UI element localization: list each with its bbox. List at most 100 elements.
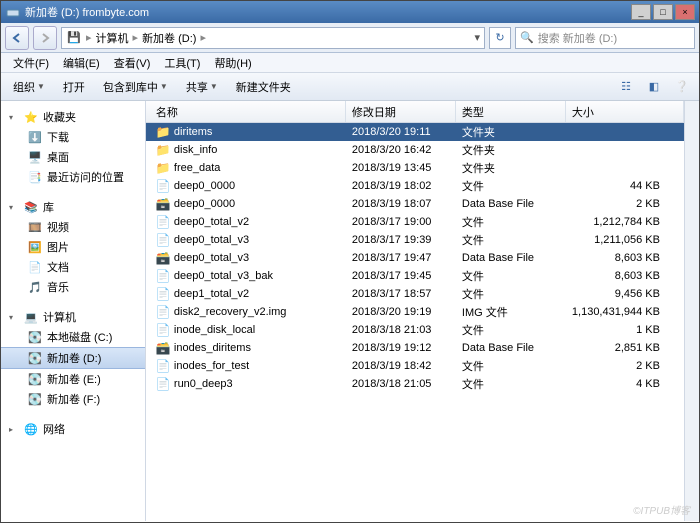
minimize-button[interactable]: _	[631, 4, 651, 20]
menu-view[interactable]: 查看(V)	[108, 53, 157, 73]
file-icon: 📄	[156, 377, 170, 391]
sidebar-item-drive-f[interactable]: 💽新加卷 (F:)	[1, 389, 145, 409]
menu-tools[interactable]: 工具(T)	[158, 53, 206, 73]
file-row[interactable]: 📁diritems2018/3/20 19:11文件夹	[146, 123, 684, 141]
file-icon: 📄	[156, 323, 170, 337]
sidebar-item-pictures[interactable]: 🖼️图片	[1, 237, 145, 257]
file-size: 1,130,431,944 KB	[566, 306, 684, 318]
file-row[interactable]: 📁disk_info2018/3/20 16:42文件夹	[146, 141, 684, 159]
view-options-icon[interactable]: ☷	[615, 77, 637, 97]
file-type: 文件	[456, 232, 566, 248]
file-row[interactable]: 📁free_data2018/3/19 13:45文件夹	[146, 159, 684, 177]
file-icon: 📄	[156, 233, 170, 247]
file-row[interactable]: 📄deep0_total_v32018/3/17 19:39文件1,211,05…	[146, 231, 684, 249]
sidebar-item-drive-e[interactable]: 💽新加卷 (E:)	[1, 369, 145, 389]
file-date: 2018/3/17 19:45	[346, 270, 456, 282]
file-row[interactable]: 📄disk2_recovery_v2.img2018/3/20 19:19IMG…	[146, 303, 684, 321]
file-list[interactable]: 📁diritems2018/3/20 19:11文件夹📁disk_info201…	[146, 123, 684, 521]
sidebar-group-computer[interactable]: ▾ 💻 计算机	[1, 307, 145, 327]
file-row[interactable]: 📄inode_disk_local2018/3/18 21:03文件1 KB	[146, 321, 684, 339]
refresh-icon: ↻	[495, 31, 504, 44]
drive-icon: 💽	[27, 391, 43, 407]
sidebar-item-drive-c[interactable]: 💽本地磁盘 (C:)	[1, 327, 145, 347]
open-button[interactable]: 打开	[57, 76, 91, 98]
file-type: 文件夹	[456, 142, 566, 158]
sidebar-item-music[interactable]: 🎵音乐	[1, 277, 145, 297]
collapse-icon: ▾	[9, 203, 19, 212]
file-row[interactable]: 📄deep0_total_v22018/3/17 19:00文件1,212,78…	[146, 213, 684, 231]
search-icon: 🔍	[520, 31, 534, 44]
share-button[interactable]: 共享▼	[180, 76, 224, 98]
column-type[interactable]: 类型	[456, 101, 566, 122]
file-type: 文件	[456, 268, 566, 284]
window-title: 新加卷 (D:) frombyte.com	[25, 4, 629, 20]
file-row[interactable]: 📄deep0_00002018/3/19 18:02文件44 KB	[146, 177, 684, 195]
file-size: 1 KB	[566, 324, 684, 336]
file-date: 2018/3/19 18:02	[346, 180, 456, 192]
file-row[interactable]: 🗃️inodes_diritems2018/3/19 19:12Data Bas…	[146, 339, 684, 357]
file-row[interactable]: 📄run0_deep32018/3/18 21:05文件4 KB	[146, 375, 684, 393]
breadcrumb[interactable]: 💾 ▸ 计算机 ▸ 新加卷 (D:) ▸ ▾	[61, 27, 485, 49]
preview-pane-icon[interactable]: ◧	[643, 77, 665, 97]
file-name: disk_info	[174, 144, 217, 156]
back-button[interactable]	[5, 26, 29, 50]
file-name: deep0_total_v3	[174, 234, 249, 246]
sidebar-item-recent[interactable]: 📑最近访问的位置	[1, 167, 145, 187]
file-date: 2018/3/19 18:07	[346, 198, 456, 210]
forward-button[interactable]	[33, 26, 57, 50]
breadcrumb-dropdown-icon[interactable]: ▾	[474, 31, 480, 44]
file-name: run0_deep3	[174, 378, 233, 390]
file-date: 2018/3/17 18:57	[346, 288, 456, 300]
sidebar-item-downloads[interactable]: ⬇️下载	[1, 127, 145, 147]
folder-icon: 📁	[156, 161, 170, 175]
main-area: ▾ ⭐ 收藏夹 ⬇️下载 🖥️桌面 📑最近访问的位置 ▾ 📚 库 🎞️视频 🖼️…	[1, 101, 699, 521]
file-icon: 📄	[156, 179, 170, 193]
file-name: inode_disk_local	[174, 324, 255, 336]
breadcrumb-segment[interactable]: 新加卷 (D:)	[142, 30, 196, 46]
column-name[interactable]: 名称	[146, 101, 346, 122]
sidebar-item-videos[interactable]: 🎞️视频	[1, 217, 145, 237]
search-input[interactable]: 🔍 搜索 新加卷 (D:)	[515, 27, 695, 49]
sidebar-item-documents[interactable]: 📄文档	[1, 257, 145, 277]
file-row[interactable]: 📄deep0_total_v3_bak2018/3/17 19:45文件8,60…	[146, 267, 684, 285]
sidebar-group-libraries[interactable]: ▾ 📚 库	[1, 197, 145, 217]
column-size[interactable]: 大小	[566, 101, 684, 122]
file-type: IMG 文件	[456, 304, 566, 320]
sidebar-item-desktop[interactable]: 🖥️桌面	[1, 147, 145, 167]
file-row[interactable]: 🗃️deep0_total_v32018/3/17 19:47Data Base…	[146, 249, 684, 267]
drive-icon	[5, 4, 21, 20]
file-row[interactable]: 📄inodes_for_test2018/3/19 18:42文件2 KB	[146, 357, 684, 375]
file-name: deep0_total_v3	[174, 252, 249, 264]
drive-icon: 💾	[66, 30, 82, 46]
collapse-icon: ▾	[9, 313, 19, 322]
file-icon: 📄	[156, 359, 170, 373]
menu-help[interactable]: 帮助(H)	[208, 53, 257, 73]
file-size: 1,212,784 KB	[566, 216, 684, 228]
file-size: 1,211,056 KB	[566, 234, 684, 246]
close-button[interactable]: ×	[675, 4, 695, 20]
breadcrumb-segment[interactable]: 计算机	[96, 30, 129, 46]
menu-edit[interactable]: 编辑(E)	[57, 53, 106, 73]
drive-icon: 💽	[27, 350, 43, 366]
organize-button[interactable]: 组织▼	[7, 76, 51, 98]
file-size: 2 KB	[566, 360, 684, 372]
maximize-button[interactable]: □	[653, 4, 673, 20]
menu-file[interactable]: 文件(F)	[7, 53, 55, 73]
file-size: 9,456 KB	[566, 288, 684, 300]
music-icon: 🎵	[27, 279, 43, 295]
file-row[interactable]: 🗃️deep0_00002018/3/19 18:07Data Base Fil…	[146, 195, 684, 213]
sidebar-group-favorites[interactable]: ▾ ⭐ 收藏夹	[1, 107, 145, 127]
new-folder-button[interactable]: 新建文件夹	[230, 76, 297, 98]
column-date[interactable]: 修改日期	[346, 101, 456, 122]
help-icon[interactable]: ❔	[671, 77, 693, 97]
vertical-scrollbar[interactable]	[684, 101, 699, 521]
file-row[interactable]: 📄deep1_total_v22018/3/17 18:57文件9,456 KB	[146, 285, 684, 303]
include-button[interactable]: 包含到库中▼	[97, 76, 174, 98]
refresh-button[interactable]: ↻	[489, 27, 511, 49]
file-type: 文件	[456, 322, 566, 338]
file-date: 2018/3/19 19:12	[346, 342, 456, 354]
sidebar-item-drive-d[interactable]: 💽新加卷 (D:)	[1, 347, 145, 369]
file-type: 文件夹	[456, 124, 566, 140]
sidebar-group-network[interactable]: ▸ 🌐 网络	[1, 419, 145, 439]
download-icon: ⬇️	[27, 129, 43, 145]
